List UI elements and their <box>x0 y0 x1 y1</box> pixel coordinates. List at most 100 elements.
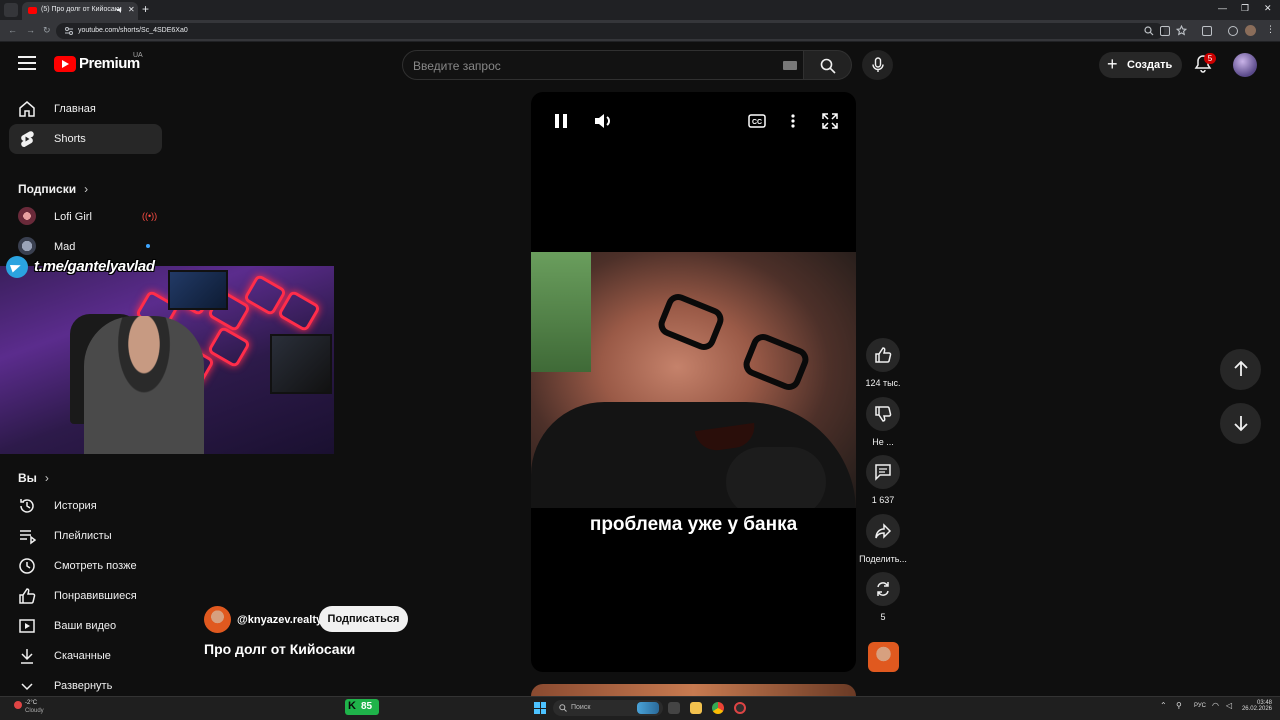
shorts-player[interactable]: CC проблема уже у банка <box>531 92 856 672</box>
chrome-icon[interactable] <box>712 702 724 714</box>
like-count: 124 тыс. <box>865 378 901 388</box>
bookmark-star-icon[interactable] <box>1176 25 1187 36</box>
account-avatar[interactable] <box>1233 53 1257 77</box>
your-videos-icon <box>19 619 35 633</box>
tab-close-icon[interactable]: ✕ <box>128 5 135 14</box>
reload-icon[interactable]: ↻ <box>43 25 51 36</box>
pause-icon[interactable] <box>553 112 569 130</box>
audio-source-thumbnail[interactable] <box>868 642 899 672</box>
telegram-link-text: t.me/gantelyavlad <box>34 258 155 275</box>
previous-short-button[interactable] <box>1220 349 1261 390</box>
maximize-icon[interactable]: ❐ <box>1241 3 1249 14</box>
browser-menu-icon[interactable]: ⋮ <box>1266 24 1275 35</box>
subscribe-button[interactable]: Подписаться <box>319 606 408 632</box>
sidebar-item-your-videos[interactable]: Ваши видео <box>9 611 162 641</box>
sidebar-sub-lofi-girl[interactable]: Lofi Girl ((•)) <box>9 202 162 232</box>
microphone-icon <box>871 57 884 72</box>
sidebar-item-history[interactable]: История <box>9 491 162 521</box>
downloads-icon <box>21 649 33 664</box>
new-tab-button[interactable]: + <box>142 2 149 16</box>
browser-tabstrip: (5) Про долг от Кийосаки ✕ + — ❐ ✕ <box>0 0 1280 20</box>
create-button[interactable]: + Создать <box>1099 52 1182 78</box>
fullscreen-icon[interactable] <box>821 112 839 130</box>
search-button[interactable] <box>804 50 852 80</box>
obs-icon[interactable] <box>734 702 746 714</box>
channel-name[interactable]: @knyazev.realty <box>237 614 322 626</box>
back-icon[interactable]: ← <box>8 25 17 35</box>
tab-search-button[interactable] <box>4 3 18 17</box>
captions-icon[interactable]: CC <box>748 112 766 130</box>
subscriptions-header[interactable]: Подписки › <box>18 182 88 196</box>
you-header[interactable]: Вы › <box>18 471 49 485</box>
microphone <box>726 447 826 508</box>
subscriptions-header-label: Подписки <box>18 182 77 196</box>
remix-button[interactable] <box>866 572 900 606</box>
taskbar-search[interactable]: Поиск <box>553 700 663 716</box>
file-explorer-icon[interactable] <box>690 702 702 714</box>
search-box <box>402 50 804 80</box>
keyboard-icon[interactable] <box>783 61 797 70</box>
sidebar-item-liked[interactable]: Понравившиеся <box>9 581 162 611</box>
forward-icon[interactable]: → <box>26 25 35 35</box>
telegram-icon <box>6 256 28 278</box>
watch-later-icon <box>19 558 35 574</box>
input-language[interactable]: РУС <box>1194 703 1206 709</box>
sidebar-item-downloads[interactable]: Скачанные <box>9 641 162 671</box>
profile-avatar[interactable] <box>1245 25 1256 36</box>
dislike-label: Не ... <box>872 437 894 447</box>
browser-tab[interactable]: (5) Про долг от Кийосаки ✕ <box>22 2 138 20</box>
sidebar-item-label: Смотреть позже <box>54 560 137 572</box>
shorts-icon <box>21 131 34 148</box>
address-bar[interactable]: youtube.com/shorts/Sc_4SDE6Xa0 <box>56 23 1164 39</box>
zoom-icon[interactable] <box>1144 26 1154 36</box>
background-foliage <box>531 252 591 372</box>
next-short-button[interactable] <box>1220 403 1261 444</box>
notifications-badge: 5 <box>1204 53 1216 64</box>
comments-button[interactable] <box>866 455 900 489</box>
weather-temperature: -2°C <box>25 700 38 706</box>
next-short-preview[interactable] <box>531 684 856 696</box>
sidebar-item-home[interactable]: Главная <box>9 94 162 124</box>
search-input[interactable] <box>413 57 773 75</box>
sidebar-item-playlists[interactable]: Плейлисты <box>9 521 162 551</box>
sidebar-item-label: Shorts <box>54 133 86 145</box>
sidebar-item-shorts[interactable]: Shorts <box>9 124 162 154</box>
extensions-icon[interactable] <box>1202 26 1212 36</box>
webcam-overlay <box>0 266 334 454</box>
youtube-favicon-icon <box>28 7 37 14</box>
tray-overflow-icon[interactable]: ⌃ <box>1160 701 1167 710</box>
search-icon <box>559 704 567 712</box>
search-icon <box>820 58 836 74</box>
search-highlight-icon <box>637 702 659 714</box>
taskbar-clock[interactable]: 03:48 26.02.2026 <box>1240 700 1272 712</box>
sidebar-item-label: Скачанные <box>54 650 111 662</box>
sidebar-item-label: Плейлисты <box>54 530 112 542</box>
share-button[interactable] <box>866 514 900 548</box>
like-button[interactable] <box>866 338 900 372</box>
weather-condition: Cloudy <box>25 708 44 714</box>
site-info-icon[interactable] <box>64 26 74 36</box>
speaker-icon[interactable]: ◁ <box>1226 701 1232 710</box>
tab-audio-icon[interactable] <box>116 6 124 14</box>
media-control-icon[interactable] <box>1228 26 1238 36</box>
sidebar-item-label: Развернуть <box>54 680 113 692</box>
minimize-icon[interactable]: — <box>1218 3 1227 13</box>
arrow-down-icon <box>1233 416 1248 432</box>
voice-search-button[interactable] <box>862 50 893 80</box>
wifi-icon[interactable]: ◠ <box>1212 701 1219 710</box>
weather-icon[interactable] <box>14 701 22 709</box>
sidebar-item-watch-later[interactable]: Смотреть позже <box>9 551 162 581</box>
network-icon[interactable]: ⚲ <box>1176 701 1182 710</box>
channel-avatar[interactable] <box>204 606 231 633</box>
share-icon <box>875 523 892 539</box>
task-view-icon[interactable] <box>668 702 680 714</box>
cast-icon[interactable] <box>1160 26 1170 36</box>
volume-icon[interactable] <box>593 112 613 130</box>
guide-menu-icon[interactable] <box>18 56 36 72</box>
home-icon <box>19 101 35 117</box>
more-options-icon[interactable] <box>788 112 798 130</box>
sidebar-item-label: Lofi Girl <box>54 211 92 223</box>
dislike-button[interactable] <box>866 397 900 431</box>
start-button[interactable] <box>534 702 546 714</box>
window-close-icon[interactable]: ✕ <box>1264 3 1272 14</box>
